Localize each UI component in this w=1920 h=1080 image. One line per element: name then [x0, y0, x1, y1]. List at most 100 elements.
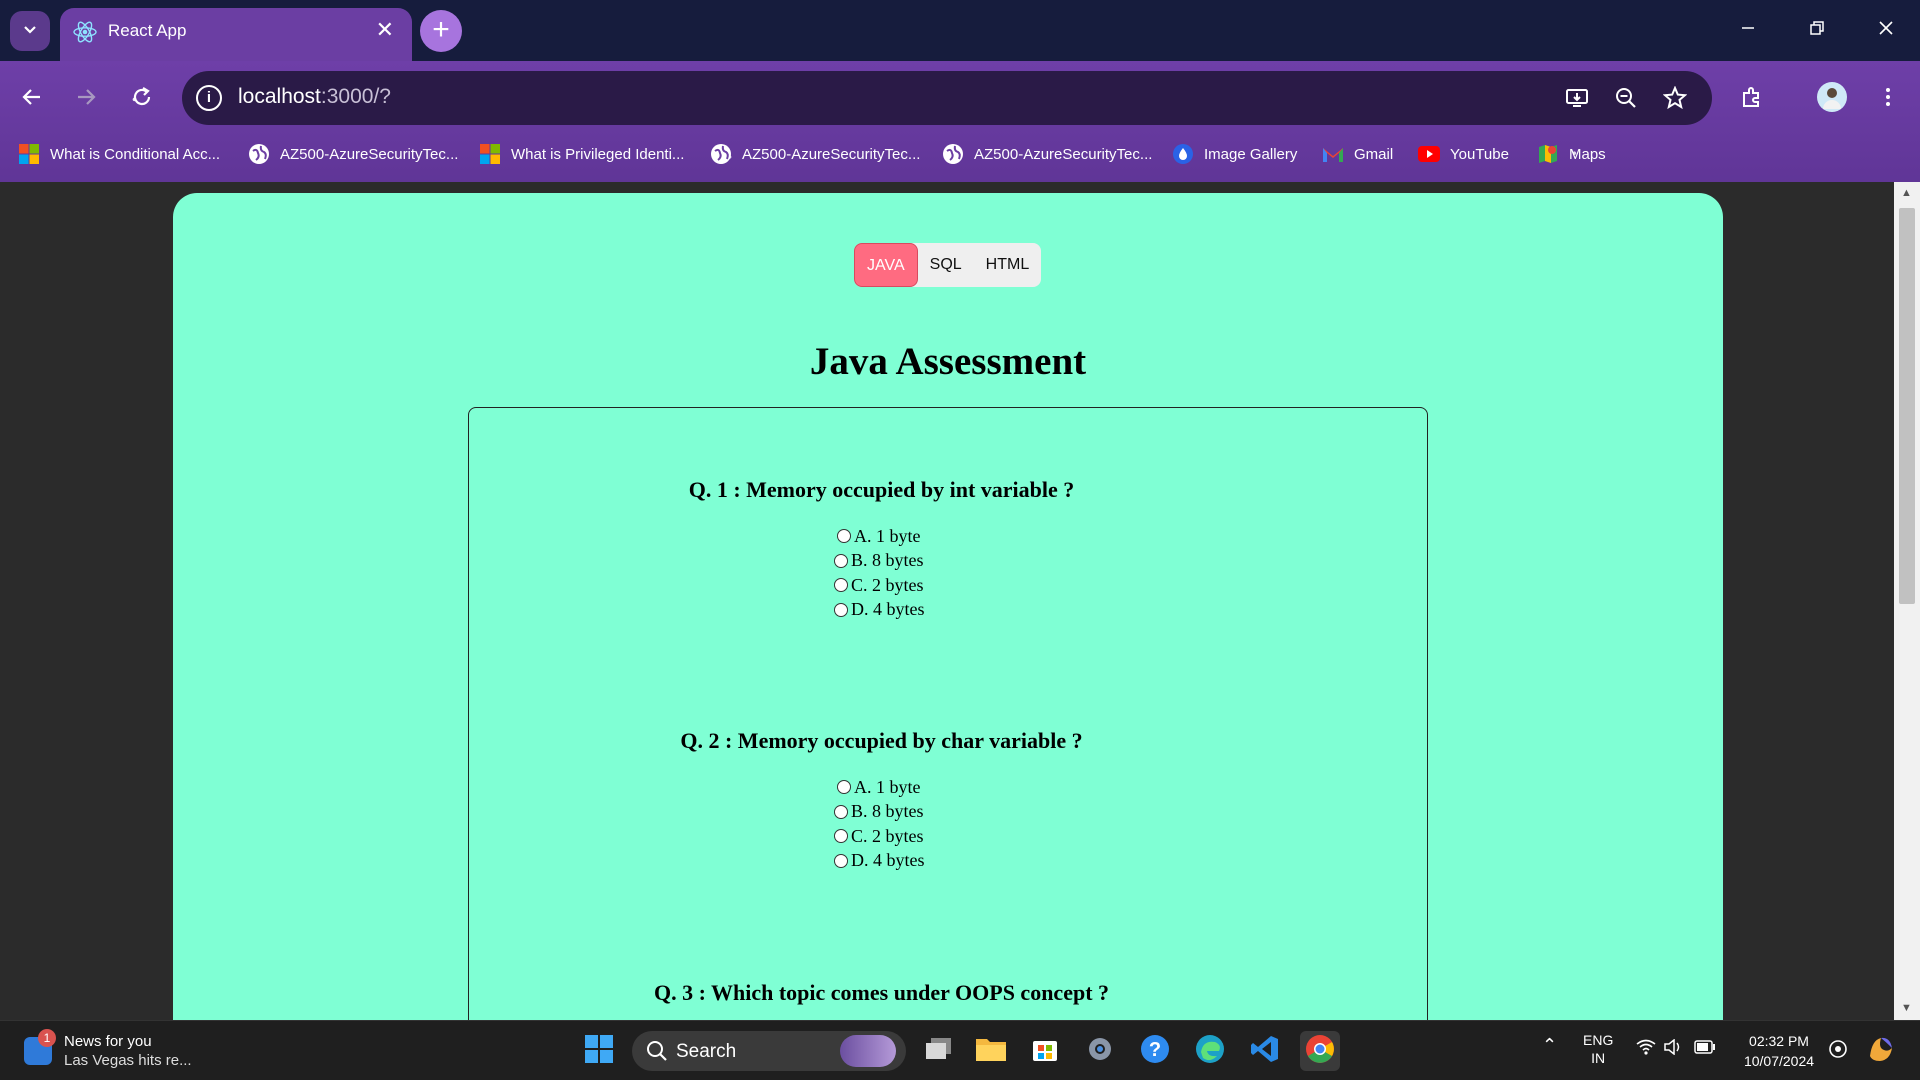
- clock[interactable]: 02:32 PM 10/07/2024: [1734, 1031, 1824, 1071]
- close-icon: [1878, 20, 1894, 41]
- option-a[interactable]: A. 1 byte: [834, 524, 925, 549]
- radio-button[interactable]: [834, 578, 848, 593]
- radio-button[interactable]: [834, 853, 848, 868]
- plus-icon: +: [432, 13, 450, 46]
- option-c[interactable]: C. 2 bytes: [834, 824, 925, 849]
- bookmark-item[interactable]: What is Conditional Acc...: [18, 141, 220, 167]
- bookmark-item[interactable]: Maps: [1537, 141, 1606, 167]
- svg-text:?: ?: [1149, 1039, 1161, 1061]
- wifi-icon[interactable]: [1636, 1039, 1656, 1058]
- chrome-app[interactable]: [1300, 1031, 1340, 1071]
- bookmark-item[interactable]: AZ500-AzureSecurityTec...: [248, 141, 458, 167]
- edge-icon: [1195, 1034, 1225, 1069]
- bookmark-item[interactable]: What is Privileged Identi...: [479, 141, 684, 167]
- scroll-up-icon[interactable]: ▲: [1901, 187, 1912, 199]
- radio-button[interactable]: [834, 602, 848, 617]
- option-d[interactable]: D. 4 bytes: [834, 849, 925, 874]
- option-c[interactable]: C. 2 bytes: [834, 573, 925, 598]
- option-b[interactable]: B. 8 bytes: [834, 800, 925, 825]
- globe-icon: [710, 143, 732, 165]
- browser-menu-button[interactable]: [1866, 77, 1910, 121]
- option-b[interactable]: B. 8 bytes: [834, 549, 925, 574]
- arrow-right-icon: [74, 85, 98, 114]
- extensions-button[interactable]: [1730, 77, 1774, 121]
- bookmark-item[interactable]: Image Gallery: [1172, 141, 1297, 167]
- file-explorer-app[interactable]: [971, 1031, 1011, 1071]
- forward-button[interactable]: [64, 77, 108, 121]
- more-vertical-icon: [1876, 85, 1900, 114]
- site-info-icon[interactable]: i: [196, 85, 222, 111]
- radio-button[interactable]: [834, 829, 848, 844]
- notification-settings-icon[interactable]: [1828, 1039, 1848, 1062]
- tab-search-button[interactable]: [10, 11, 50, 51]
- bookmark-item[interactable]: AZ500-AzureSecurityTec...: [710, 141, 920, 167]
- search-highlight-image: [840, 1035, 896, 1067]
- browser-tab-react-app[interactable]: React App ✕: [60, 8, 412, 61]
- microsoft-store-app[interactable]: [1025, 1031, 1065, 1071]
- restore-button[interactable]: [1782, 0, 1851, 61]
- task-view-button[interactable]: [918, 1031, 958, 1071]
- option-d[interactable]: D. 4 bytes: [834, 598, 925, 623]
- microsoft-icon: [18, 143, 40, 165]
- language-tabs: JAVA SQL HTML: [854, 243, 1042, 287]
- vscode-app[interactable]: [1245, 1031, 1285, 1071]
- address-bar[interactable]: i localhost:3000/?: [182, 71, 1712, 125]
- taskbar-search-box[interactable]: Search: [632, 1031, 906, 1071]
- bookmark-star-icon[interactable]: [1658, 81, 1692, 115]
- radio-button[interactable]: [834, 804, 848, 819]
- install-app-icon[interactable]: [1560, 81, 1594, 115]
- zoom-icon[interactable]: [1609, 81, 1643, 115]
- bookmark-label: AZ500-AzureSecurityTec...: [742, 145, 921, 163]
- reload-icon: [130, 85, 154, 114]
- bookmark-item[interactable]: YouTube: [1418, 141, 1509, 167]
- quiz-container: Q. 1 : Memory occupied by int variable ?…: [468, 407, 1428, 1020]
- profile-avatar[interactable]: [1810, 77, 1854, 121]
- reload-button[interactable]: [120, 77, 164, 121]
- edge-browser-app[interactable]: [1190, 1031, 1230, 1071]
- maps-icon: [1537, 143, 1559, 165]
- new-tab-button[interactable]: +: [420, 10, 462, 52]
- bookmark-label: AZ500-AzureSecurityTec...: [974, 145, 1153, 163]
- chevron-down-icon: [22, 21, 38, 42]
- bookmark-label: What is Privileged Identi...: [511, 145, 685, 163]
- radio-button[interactable]: [837, 780, 851, 795]
- bookmark-label: Maps: [1569, 145, 1606, 163]
- back-button[interactable]: [10, 77, 54, 121]
- bookmark-item[interactable]: Gmail: [1322, 141, 1393, 167]
- arrow-left-icon: [20, 85, 44, 114]
- chevron-up-icon[interactable]: ⌃: [1542, 1035, 1557, 1056]
- question-3: Q. 3 : Which topic comes under OOPS conc…: [469, 980, 1429, 1006]
- start-button[interactable]: [579, 1031, 619, 1071]
- globe-icon: [942, 143, 964, 165]
- option-a[interactable]: A. 1 byte: [834, 775, 925, 800]
- options-list: A. 1 byte B. 8 bytes C. 2 bytes D. 4 byt…: [834, 775, 925, 873]
- clock-time: 02:32 PM: [1749, 1033, 1809, 1049]
- tab-java[interactable]: JAVA: [854, 243, 918, 287]
- clock-date: 10/07/2024: [1743, 1053, 1815, 1069]
- bookmark-item[interactable]: AZ500-AzureSecurityTec...: [942, 141, 1152, 167]
- store-icon: [1031, 1035, 1059, 1068]
- close-tab-icon[interactable]: ✕: [376, 19, 394, 41]
- scroll-down-icon[interactable]: ▼: [1901, 1002, 1912, 1014]
- avatar-icon: [1816, 81, 1848, 118]
- page-scrollbar[interactable]: ▲ ▼: [1894, 182, 1920, 1020]
- search-label: Search: [676, 1041, 737, 1062]
- copilot-icon[interactable]: [1866, 1034, 1896, 1067]
- tab-html[interactable]: HTML: [974, 243, 1042, 287]
- minimize-button[interactable]: [1713, 0, 1782, 61]
- restore-icon: [1809, 20, 1825, 41]
- vscode-icon: [1250, 1034, 1280, 1069]
- help-app[interactable]: ?: [1135, 1031, 1175, 1071]
- bookmark-label: Gmail: [1354, 145, 1394, 163]
- settings-app[interactable]: [1080, 1031, 1120, 1071]
- bookmark-label: YouTube: [1450, 145, 1509, 163]
- battery-icon[interactable]: [1694, 1040, 1716, 1057]
- radio-button[interactable]: [837, 529, 851, 544]
- radio-button[interactable]: [834, 553, 848, 568]
- scrollbar-thumb[interactable]: [1899, 208, 1915, 604]
- language-indicator[interactable]: ENG IN: [1583, 1031, 1613, 1067]
- tab-sql[interactable]: SQL: [918, 243, 974, 287]
- volume-icon[interactable]: [1664, 1038, 1684, 1058]
- browser-toolbar: i localhost:3000/? What is Conditional A…: [0, 61, 1920, 189]
- close-window-button[interactable]: [1851, 0, 1920, 61]
